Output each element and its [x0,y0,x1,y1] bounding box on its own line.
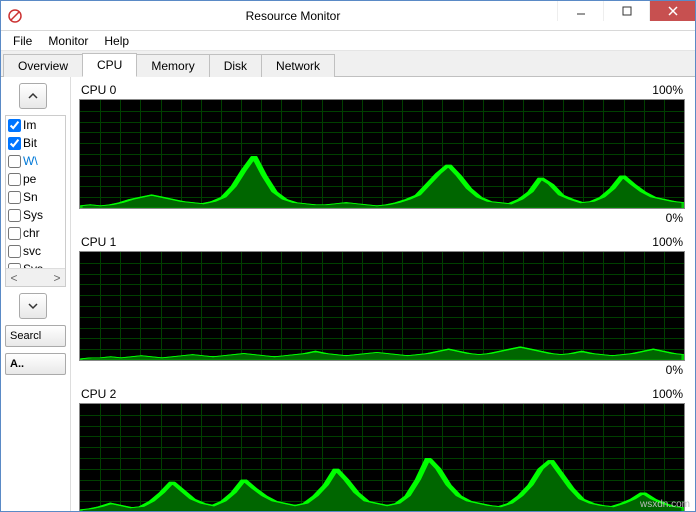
tab-network[interactable]: Network [261,54,335,77]
process-label: W\ [23,154,38,168]
chart-title: CPU 1 [81,235,116,249]
chart-ymax: 100% [652,235,683,249]
search-button[interactable]: Searcl [5,325,66,347]
process-checkbox[interactable] [8,227,21,240]
expand-down-button[interactable] [19,293,47,319]
cpu-chart: CPU 2100%0% [79,387,685,511]
tab-disk[interactable]: Disk [209,54,262,77]
chevron-up-icon [28,91,38,101]
process-row[interactable]: Im [6,116,65,134]
titlebar[interactable]: Resource Monitor [1,1,695,31]
analyze-button[interactable]: A.. [5,353,66,375]
process-checkbox[interactable] [8,119,21,132]
process-row[interactable]: chr [6,224,65,242]
process-checkbox[interactable] [8,173,21,186]
maximize-button[interactable] [603,1,649,21]
chevron-down-icon [28,301,38,311]
process-label: pe [23,172,36,186]
tab-overview[interactable]: Overview [3,54,83,77]
tab-cpu[interactable]: CPU [82,53,137,77]
chart-area [79,251,685,361]
chart-ymax: 100% [652,83,683,97]
chart-title: CPU 2 [81,387,116,401]
process-checkbox[interactable] [8,209,21,222]
process-row[interactable]: Sys [6,206,65,224]
content-area: ImBitW\peSnSyschrsvcSys<> Searcl A.. CPU… [1,77,695,511]
menubar: File Monitor Help [1,31,695,51]
process-row[interactable]: W\ [6,152,65,170]
chart-area [79,99,685,209]
process-label: svc [23,244,41,258]
process-label: Bit [23,136,37,150]
process-checkbox[interactable] [8,137,21,150]
process-row[interactable]: pe [6,170,65,188]
process-checkbox[interactable] [8,191,21,204]
watermark: wsxdn.com [640,499,690,510]
sidebar: ImBitW\peSnSyschrsvcSys<> Searcl A.. [1,77,71,511]
menu-help[interactable]: Help [96,32,137,50]
process-label: Sn [23,190,38,204]
chart-ymax: 100% [652,387,683,401]
chart-area [79,403,685,511]
chart-ymin: 0% [666,211,683,225]
process-list[interactable]: ImBitW\peSnSyschrsvcSys<> [5,115,66,287]
minimize-button[interactable] [557,1,603,21]
app-icon [7,8,23,24]
tabstrip: Overview CPU Memory Disk Network [1,51,695,77]
process-row[interactable]: Sn [6,188,65,206]
window-title: Resource Monitor [29,9,557,23]
process-checkbox[interactable] [8,245,21,258]
process-checkbox[interactable] [8,155,21,168]
charts-panel[interactable]: CPU 0100%0%CPU 1100%0%CPU 2100%0% [71,77,695,511]
process-hscroll[interactable]: <> [6,268,65,286]
process-row[interactable]: Bit [6,134,65,152]
process-label: Sys [23,208,43,222]
menu-file[interactable]: File [5,32,40,50]
cpu-chart: CPU 0 100% 0% [79,83,685,225]
chart-title: CPU 0 [81,83,116,97]
close-button[interactable] [649,1,695,21]
process-label: chr [23,226,40,240]
collapse-up-button[interactable] [19,83,47,109]
tab-memory[interactable]: Memory [136,54,209,77]
chart-ymin: 0% [666,363,683,377]
menu-monitor[interactable]: Monitor [40,32,96,50]
cpu-chart: CPU 1 100% 0% [79,235,685,377]
process-row[interactable]: svc [6,242,65,260]
scroll-left-icon[interactable]: < [6,271,22,285]
scroll-right-icon[interactable]: > [49,271,65,285]
window-buttons [557,1,695,30]
process-label: Im [23,118,36,132]
